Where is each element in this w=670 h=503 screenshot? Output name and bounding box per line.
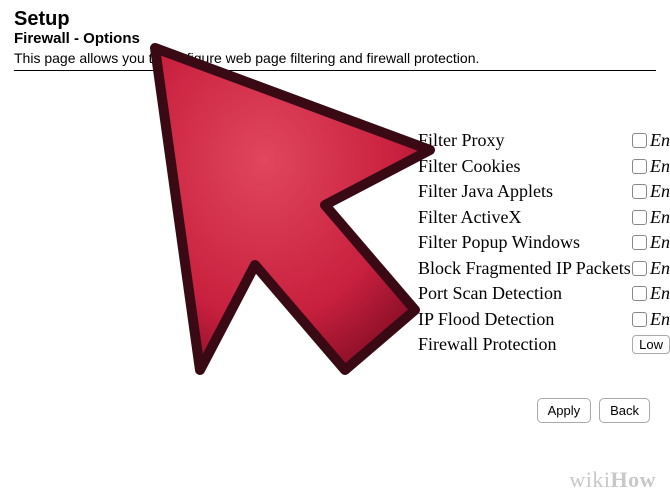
enable-text: En bbox=[650, 283, 670, 304]
page-description: This page allows you to configure web pa… bbox=[14, 50, 656, 66]
page-subtitle: Firewall - Options bbox=[14, 30, 656, 48]
large-red-arrow-cursor-icon bbox=[70, 40, 450, 396]
apply-button[interactable]: Apply bbox=[537, 398, 592, 423]
filter-proxy-checkbox[interactable] bbox=[632, 133, 647, 148]
enable-text: En bbox=[650, 258, 670, 279]
enable-text: En bbox=[650, 130, 670, 151]
firewall-protection-select[interactable]: Low bbox=[632, 335, 670, 354]
enable-text: En bbox=[650, 207, 670, 228]
block-fragmented-ip-packets-checkbox[interactable] bbox=[632, 261, 647, 276]
port-scan-detection-checkbox[interactable] bbox=[632, 286, 647, 301]
enable-text: En bbox=[650, 156, 670, 177]
filter-cookies-checkbox[interactable] bbox=[632, 159, 647, 174]
page-header: Setup Firewall - Options This page allow… bbox=[0, 0, 670, 77]
option-filter-cookies: Filter Cookies En bbox=[418, 154, 670, 180]
option-port-scan-detection: Port Scan Detection En bbox=[418, 281, 670, 307]
back-button[interactable]: Back bbox=[599, 398, 650, 423]
watermark-part1: wiki bbox=[569, 467, 610, 492]
option-ip-flood-detection: IP Flood Detection En bbox=[418, 307, 670, 333]
option-label: Filter Proxy bbox=[418, 130, 505, 151]
wikihow-watermark: wikiHow bbox=[569, 467, 656, 493]
action-buttons: Apply Back bbox=[537, 398, 650, 423]
option-label: Block Fragmented IP Packets bbox=[418, 258, 631, 279]
option-filter-popup-windows: Filter Popup Windows En bbox=[418, 230, 670, 256]
filter-java-applets-checkbox[interactable] bbox=[632, 184, 647, 199]
filter-activex-checkbox[interactable] bbox=[632, 210, 647, 225]
option-label: Port Scan Detection bbox=[418, 283, 562, 304]
option-filter-activex: Filter ActiveX En bbox=[418, 205, 670, 231]
option-block-fragmented-ip-packets: Block Fragmented IP Packets En bbox=[418, 256, 670, 282]
option-label: Firewall Protection bbox=[418, 334, 556, 355]
option-firewall-protection: Firewall Protection Low bbox=[418, 332, 670, 358]
ip-flood-detection-checkbox[interactable] bbox=[632, 312, 647, 327]
watermark-part2: How bbox=[611, 467, 657, 492]
enable-text: En bbox=[650, 309, 670, 330]
option-label: Filter Popup Windows bbox=[418, 232, 580, 253]
option-filter-proxy: Filter Proxy En bbox=[418, 128, 670, 154]
page-title: Setup bbox=[14, 8, 656, 30]
option-label: Filter Cookies bbox=[418, 156, 521, 177]
option-label: IP Flood Detection bbox=[418, 309, 554, 330]
firewall-options-list: Filter Proxy En Filter Cookies En Filter… bbox=[418, 128, 670, 358]
filter-popup-windows-checkbox[interactable] bbox=[632, 235, 647, 250]
option-filter-java-applets: Filter Java Applets En bbox=[418, 179, 670, 205]
option-label: Filter Java Applets bbox=[418, 181, 553, 202]
enable-text: En bbox=[650, 181, 670, 202]
header-divider bbox=[14, 70, 656, 71]
enable-text: En bbox=[650, 232, 670, 253]
option-label: Filter ActiveX bbox=[418, 207, 521, 228]
